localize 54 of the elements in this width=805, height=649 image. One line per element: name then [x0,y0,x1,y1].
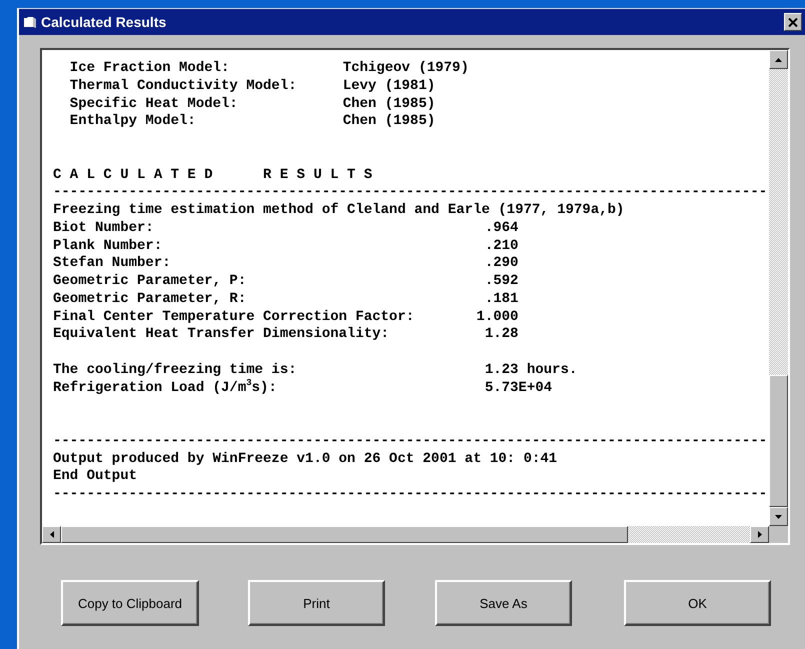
close-icon [788,18,798,26]
scroll-thumb[interactable] [61,526,628,543]
window-title: Calculated Results [41,14,168,30]
result-value: 1.23 hours. [484,362,578,380]
dialog-button[interactable]: Save As [435,580,572,626]
result-label: Refrigeration Load (J/m$^{3}$s): [53,380,278,398]
scroll-left-button[interactable] [42,526,61,543]
result-value: 5.73E+04 [484,380,552,398]
field-value: Chen (1985) [342,113,436,131]
result-value: .181 [484,290,518,308]
dashed-rule: ------------------------------------------------------------------------------------- [53,486,768,504]
result-label: Plank Number: [53,238,164,256]
result-label: Geometric Parameter, P: [53,273,248,291]
output-text: Output produced by WinFreeze v1.0 on 26 Oct 2001 at 10: 0:41 [53,450,558,468]
left-arrow-icon [50,531,54,538]
down-arrow-icon [775,514,782,518]
close-button[interactable] [784,13,802,31]
dialog-button[interactable]: OK [624,580,771,626]
field-value: Tchigeov (1979) [342,60,469,78]
field-label: Specific Heat Model: [70,96,239,114]
field-value: Levy (1981) [342,78,436,96]
result-value: .210 [484,238,518,256]
vertical-scrollbar[interactable] [769,50,788,526]
dashed-rule: ------------------------------------------------------------------------------------- [53,184,768,202]
dialog-button[interactable]: Print [248,580,385,626]
field-label: Thermal Conductivity Model: [70,78,298,96]
up-arrow-icon [775,58,782,62]
output-text: Freezing time estimation method of Cleland and Earle (1977, 1979a,b) [53,202,624,220]
result-value: .592 [484,273,518,291]
scroll-right-button[interactable] [750,526,769,543]
result-label: Equivalent Heat Transfer Dimensionality: [53,326,390,344]
field-label: Enthalpy Model: [70,113,197,131]
scroll-thumb[interactable] [769,375,788,507]
dialog-button[interactable]: Copy to Clipboard [61,580,199,626]
result-label: The cooling/freezing time is: [53,362,298,379]
result-value: 1.28 [484,326,518,344]
result-label: Final Center Temperature Correction Factor: [53,308,416,326]
horizontal-scrollbar[interactable] [42,526,769,543]
output-text: End Output [53,468,138,486]
result-label: Biot Number: [53,220,155,238]
result-label: Geometric Parameter, R: [53,290,248,308]
result-value: 1.000 [476,308,518,326]
scrollbar-corner [769,526,788,543]
window-icon [23,16,37,28]
section-heading: C A L C U L A T E D R E S U L T S [53,166,372,184]
scroll-down-button[interactable] [769,507,788,526]
result-label: Stefan Number: [53,255,172,273]
scroll-up-button[interactable] [769,50,788,69]
field-label: Ice Fraction Model: [70,60,230,78]
right-arrow-icon [758,531,762,538]
dashed-rule: ------------------------------------------------------------------------------------- [53,432,768,450]
result-value: .964 [484,220,518,238]
result-value: .290 [484,255,518,273]
field-value: Chen (1985) [342,96,436,114]
